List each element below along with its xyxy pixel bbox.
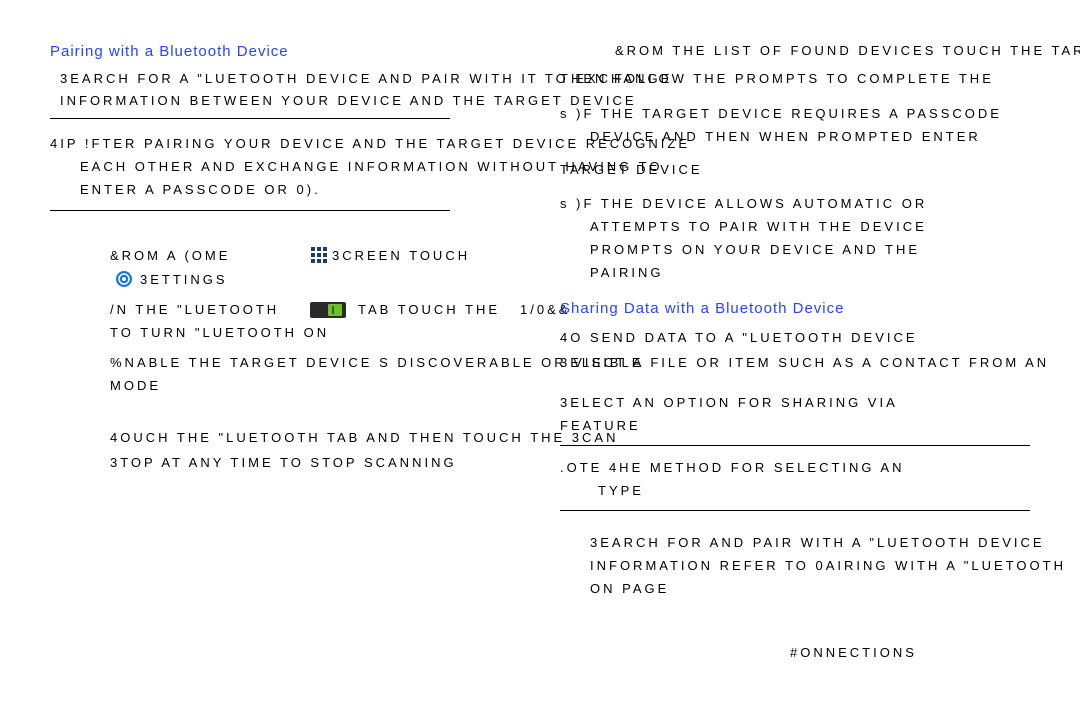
r1-line1: &ROM THE LIST OF FOUND DEVICES TOUCH THE… (615, 43, 1080, 58)
settings-icon (115, 270, 133, 288)
step2-text-a: /N THE "LUETOOTH (110, 302, 279, 317)
step1-text-c: 3ETTINGS (140, 272, 228, 287)
heading-sharing: Sharing Data with a Bluetooth Device (560, 300, 844, 317)
step2-text-b: TAB TOUCH THE (358, 302, 500, 317)
r1-line6: s )F THE DEVICE ALLOWS AUTOMATIC OR (560, 196, 927, 211)
tip-line3: ENTER A PASSCODE OR 0). (80, 182, 321, 197)
note-line2: TYPE (598, 483, 644, 498)
r2-line4: FEATURE (560, 418, 641, 433)
r1-line8: PROMPTS ON YOUR DEVICE AND THE (590, 242, 920, 257)
r1-line2: THEN FOLLOW THE PROMPTS TO COMPLETE THE (560, 71, 994, 86)
step4-text: 4OUCH THE "LUETOOTH TAB AND THEN TOUCH T… (110, 430, 619, 445)
p1-line2: INFORMATION BETWEEN YOUR DEVICE AND THE … (60, 93, 637, 108)
r1-line4: DEVICE AND THEN WHEN PROMPTED ENTER (590, 129, 981, 144)
divider-1 (50, 118, 450, 119)
r1-line5: TARGET DEVICE (560, 162, 703, 177)
heading-pairing: Pairing with a Bluetooth Device (50, 43, 289, 60)
apps-icon (310, 246, 328, 264)
r3-line3: ON PAGE (590, 581, 669, 596)
divider-2 (50, 210, 450, 211)
step2-text-d: TO TURN "LUETOOTH ON (110, 325, 329, 340)
step3-text-b: MODE (110, 378, 161, 393)
r1-line3: s )F THE TARGET DEVICE REQUIRES A PASSCO… (560, 106, 1002, 121)
step1-text-b: 3CREEN TOUCH (332, 248, 470, 263)
r2-line3: 3ELECT AN OPTION FOR SHARING VIA (560, 395, 898, 410)
r3-line1: 3EARCH FOR AND PAIR WITH A "LUETOOTH DEV… (590, 535, 1045, 550)
r2-line2: 3ELECT A FILE OR ITEM SUCH AS A CONTACT … (560, 355, 1049, 370)
r3-line2: INFORMATION REFER TO 0AIRING WITH A "LUE… (590, 558, 1066, 573)
r1-line7: ATTEMPTS TO PAIR WITH THE DEVICE (590, 219, 927, 234)
r1-line9: PAIRING (590, 265, 664, 280)
step5-text: 3TOP AT ANY TIME TO STOP SCANNING (110, 455, 457, 470)
toggle-icon (310, 302, 346, 318)
footer-text: #ONNECTIONS (790, 645, 917, 660)
r2-line1: 4O SEND DATA TO A "LUETOOTH DEVICE (560, 330, 918, 345)
step1-text-a: &ROM A (OME (110, 248, 230, 263)
note-line1: .OTE 4HE METHOD FOR SELECTING AN (560, 460, 904, 475)
divider-3 (560, 445, 1030, 446)
divider-4 (560, 510, 1030, 511)
